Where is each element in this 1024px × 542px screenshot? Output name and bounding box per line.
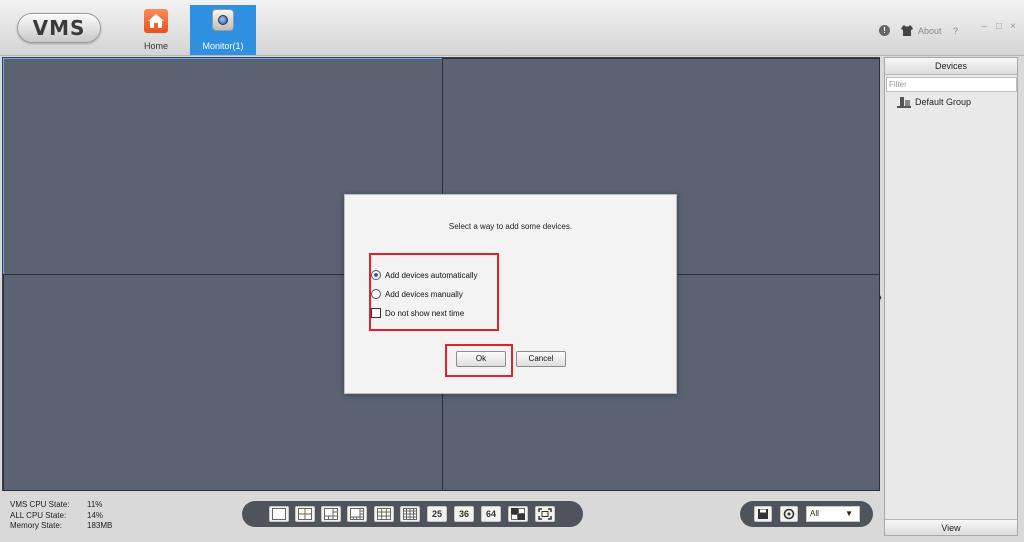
- radio-auto[interactable]: [371, 269, 381, 280]
- chevron-down-icon: ▼: [845, 509, 853, 518]
- layout-6-icon[interactable]: [321, 506, 341, 522]
- layout-8-icon[interactable]: [347, 506, 367, 522]
- memory-label: Memory State:: [10, 521, 63, 530]
- layout-4-icon[interactable]: [295, 506, 315, 522]
- memory-value: 183MB: [87, 521, 113, 530]
- view-tab[interactable]: View: [885, 519, 1017, 535]
- home-icon: [144, 9, 168, 33]
- layout-toolbar: 25 36 64: [242, 501, 583, 527]
- dialog-prompt: Select a way to add some devices.: [448, 222, 573, 231]
- vms-cpu-label: VMS CPU State:: [10, 500, 70, 509]
- ok-button[interactable]: Ok: [456, 351, 506, 367]
- camera-icon: [212, 9, 234, 31]
- tree-item-label: Default Group: [915, 97, 972, 107]
- save-icon[interactable]: [754, 506, 772, 522]
- layout-25-button[interactable]: 25: [427, 506, 447, 522]
- app-logo: VMS: [17, 13, 101, 43]
- radio-manual[interactable]: [371, 288, 381, 299]
- devices-header: Devices: [885, 58, 1017, 75]
- filter-input[interactable]: [886, 77, 1017, 92]
- layout-36-button[interactable]: 36: [454, 506, 474, 522]
- skin-icon[interactable]: [901, 25, 913, 36]
- option-manual-label: Add devices manually: [385, 290, 463, 299]
- maximize-icon[interactable]: □: [994, 22, 1004, 32]
- top-bar: VMS Home Monitor(1) ! About ? – □ ×: [0, 0, 1024, 56]
- option-manual[interactable]: Add devices manually: [371, 288, 463, 301]
- option-auto-label: Add devices automatically: [385, 271, 478, 280]
- about-link[interactable]: About: [918, 26, 942, 36]
- layout-64-button[interactable]: 64: [481, 506, 501, 522]
- fullscreen-icon[interactable]: [535, 506, 555, 522]
- tree-item-default-group[interactable]: Default Group: [897, 95, 971, 109]
- add-devices-dialog: Select a way to add some devices. Add de…: [344, 194, 677, 394]
- nav-home-label: Home: [143, 41, 168, 51]
- nav-monitor[interactable]: Monitor(1): [190, 5, 256, 55]
- cancel-button[interactable]: Cancel: [516, 351, 566, 367]
- panel-collapse-icon[interactable]: ›: [878, 290, 882, 304]
- dont-show-checkbox[interactable]: [371, 307, 381, 318]
- all-cpu-label: ALL CPU State:: [10, 510, 67, 520]
- nav-home[interactable]: Home: [131, 5, 181, 55]
- layout-9-icon[interactable]: [374, 506, 394, 522]
- option-dont-show[interactable]: Do not show next time: [371, 307, 465, 320]
- vms-cpu-value: 11%: [87, 500, 103, 509]
- close-icon[interactable]: ×: [1008, 22, 1018, 32]
- custom-layout-icon[interactable]: [508, 506, 528, 522]
- alert-icon[interactable]: !: [879, 25, 890, 36]
- option-auto[interactable]: Add devices automatically: [371, 269, 478, 282]
- devices-panel: Devices Default Group View: [884, 57, 1018, 536]
- all-cpu-value: 14%: [87, 510, 104, 520]
- minimize-icon[interactable]: –: [979, 22, 989, 32]
- device-group-icon: [897, 97, 911, 109]
- option-dont-show-label: Do not show next time: [385, 309, 465, 318]
- system-stats: VMS CPU State: 11% ALL CPU State: 14% Memo…: [10, 500, 112, 532]
- layout-16-icon[interactable]: [400, 506, 420, 522]
- refresh-icon[interactable]: [780, 506, 798, 522]
- stream-select[interactable]: All ▼: [806, 506, 860, 522]
- stream-select-value: All: [810, 509, 819, 518]
- help-link[interactable]: ?: [953, 26, 958, 36]
- layout-1-icon[interactable]: [269, 506, 289, 522]
- stream-toolbar: All ▼: [740, 501, 873, 527]
- nav-monitor-label: Monitor(1): [202, 41, 244, 51]
